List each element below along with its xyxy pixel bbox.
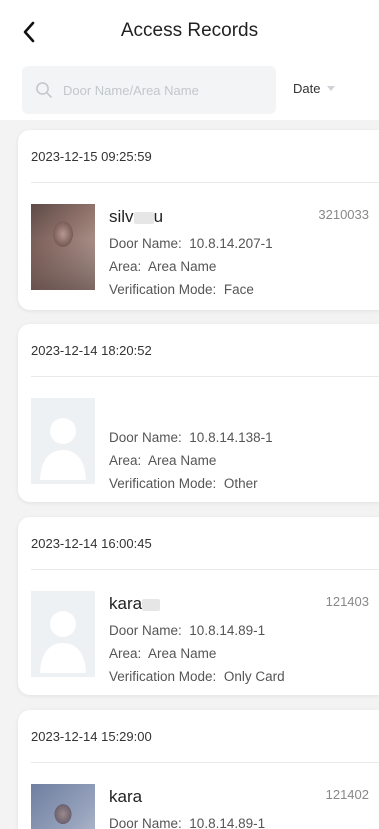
area-value: Area Name	[148, 453, 217, 468]
door-name-label: Door Name:	[109, 816, 182, 829]
record-time: 2023-12-14 15:29:00	[31, 729, 152, 744]
verification-mode-label: Verification Mode:	[109, 476, 217, 491]
search-box[interactable]	[22, 66, 276, 114]
caret-down-icon	[327, 86, 336, 91]
face-photo	[31, 204, 95, 290]
divider	[31, 762, 379, 763]
door-name-row: Door Name: 10.8.14.89-1	[109, 623, 265, 638]
record-card[interactable]: 2023-12-15 09:25:59 silv u 3210033 Door N…	[18, 130, 379, 310]
date-filter-label: Date	[293, 81, 321, 96]
divider	[31, 376, 379, 377]
record-time: 2023-12-14 16:00:45	[31, 536, 152, 551]
door-name-row: Door Name: 10.8.14.89-1	[109, 816, 265, 829]
divider	[31, 569, 379, 570]
area-label: Area:	[109, 453, 142, 468]
top-nav-bar: Access Records	[0, 0, 379, 62]
door-name-value: 10.8.14.89-1	[189, 623, 266, 638]
person-name-start: silv	[109, 207, 134, 226]
redaction-mask	[142, 598, 161, 611]
door-name-label: Door Name:	[109, 430, 182, 445]
door-name-row: Door Name: 10.8.14.138-1	[109, 430, 273, 445]
verification-mode-label: Verification Mode:	[109, 282, 217, 297]
avatar-placeholder	[31, 591, 95, 677]
avatar-placeholder	[31, 398, 95, 484]
door-name-value: 10.8.14.207-1	[189, 236, 273, 251]
record-time: 2023-12-14 18:20:52	[31, 343, 152, 358]
face-photo	[31, 784, 95, 829]
person-name-start: kara	[109, 594, 143, 613]
avatar-photo	[31, 204, 95, 290]
person-name: kara	[109, 787, 142, 807]
area-row: Area: Area Name	[109, 259, 216, 274]
door-name-row: Door Name: 10.8.14.207-1	[109, 236, 273, 251]
record-card[interactable]: 2023-12-14 15:29:00 kara 121402 Door Nam…	[18, 710, 379, 829]
area-value: Area Name	[148, 646, 217, 661]
person-name-start: kara	[109, 787, 143, 806]
person-name: kara	[109, 594, 161, 614]
area-label: Area:	[109, 646, 142, 661]
record-card[interactable]: 2023-12-14 18:20:52 Door Name: 10.8.14.1…	[18, 324, 379, 502]
record-time: 2023-12-15 09:25:59	[31, 149, 152, 164]
person-name: silv u	[109, 207, 163, 227]
verification-mode-value: Other	[223, 476, 258, 491]
date-filter-dropdown[interactable]: Date	[293, 81, 336, 96]
door-name-label: Door Name:	[109, 623, 182, 638]
person-placeholder-icon	[31, 591, 95, 677]
verification-mode-label: Verification Mode:	[109, 669, 217, 684]
verification-mode-row: Verification Mode: Only Card	[109, 669, 285, 684]
redaction-mask	[133, 211, 154, 224]
area-row: Area: Area Name	[109, 646, 216, 661]
person-id: 121403	[325, 594, 369, 609]
verification-mode-value: Face	[223, 282, 254, 297]
search-input[interactable]	[63, 82, 253, 98]
door-name-label: Door Name:	[109, 236, 182, 251]
person-id: 3210033	[318, 207, 369, 222]
record-card[interactable]: 2023-12-14 16:00:45 kara 121403 Door Nam…	[18, 517, 379, 695]
page-title: Access Records	[120, 20, 259, 41]
area-value: Area Name	[148, 259, 217, 274]
area-row: Area: Area Name	[109, 453, 216, 468]
door-name-value: 10.8.14.89-1	[189, 816, 266, 829]
verification-mode-row: Verification Mode: Other	[109, 476, 258, 491]
search-icon	[35, 81, 53, 99]
person-id: 121402	[325, 787, 369, 802]
divider	[31, 182, 379, 183]
door-name-value: 10.8.14.138-1	[189, 430, 273, 445]
verification-mode-value: Only Card	[223, 669, 285, 684]
verification-mode-row: Verification Mode: Face	[109, 282, 254, 297]
person-name-end: u	[153, 207, 164, 226]
area-label: Area:	[109, 259, 142, 274]
search-filter-bar: Date	[0, 62, 379, 120]
avatar-photo	[31, 784, 95, 829]
person-placeholder-icon	[31, 398, 95, 484]
